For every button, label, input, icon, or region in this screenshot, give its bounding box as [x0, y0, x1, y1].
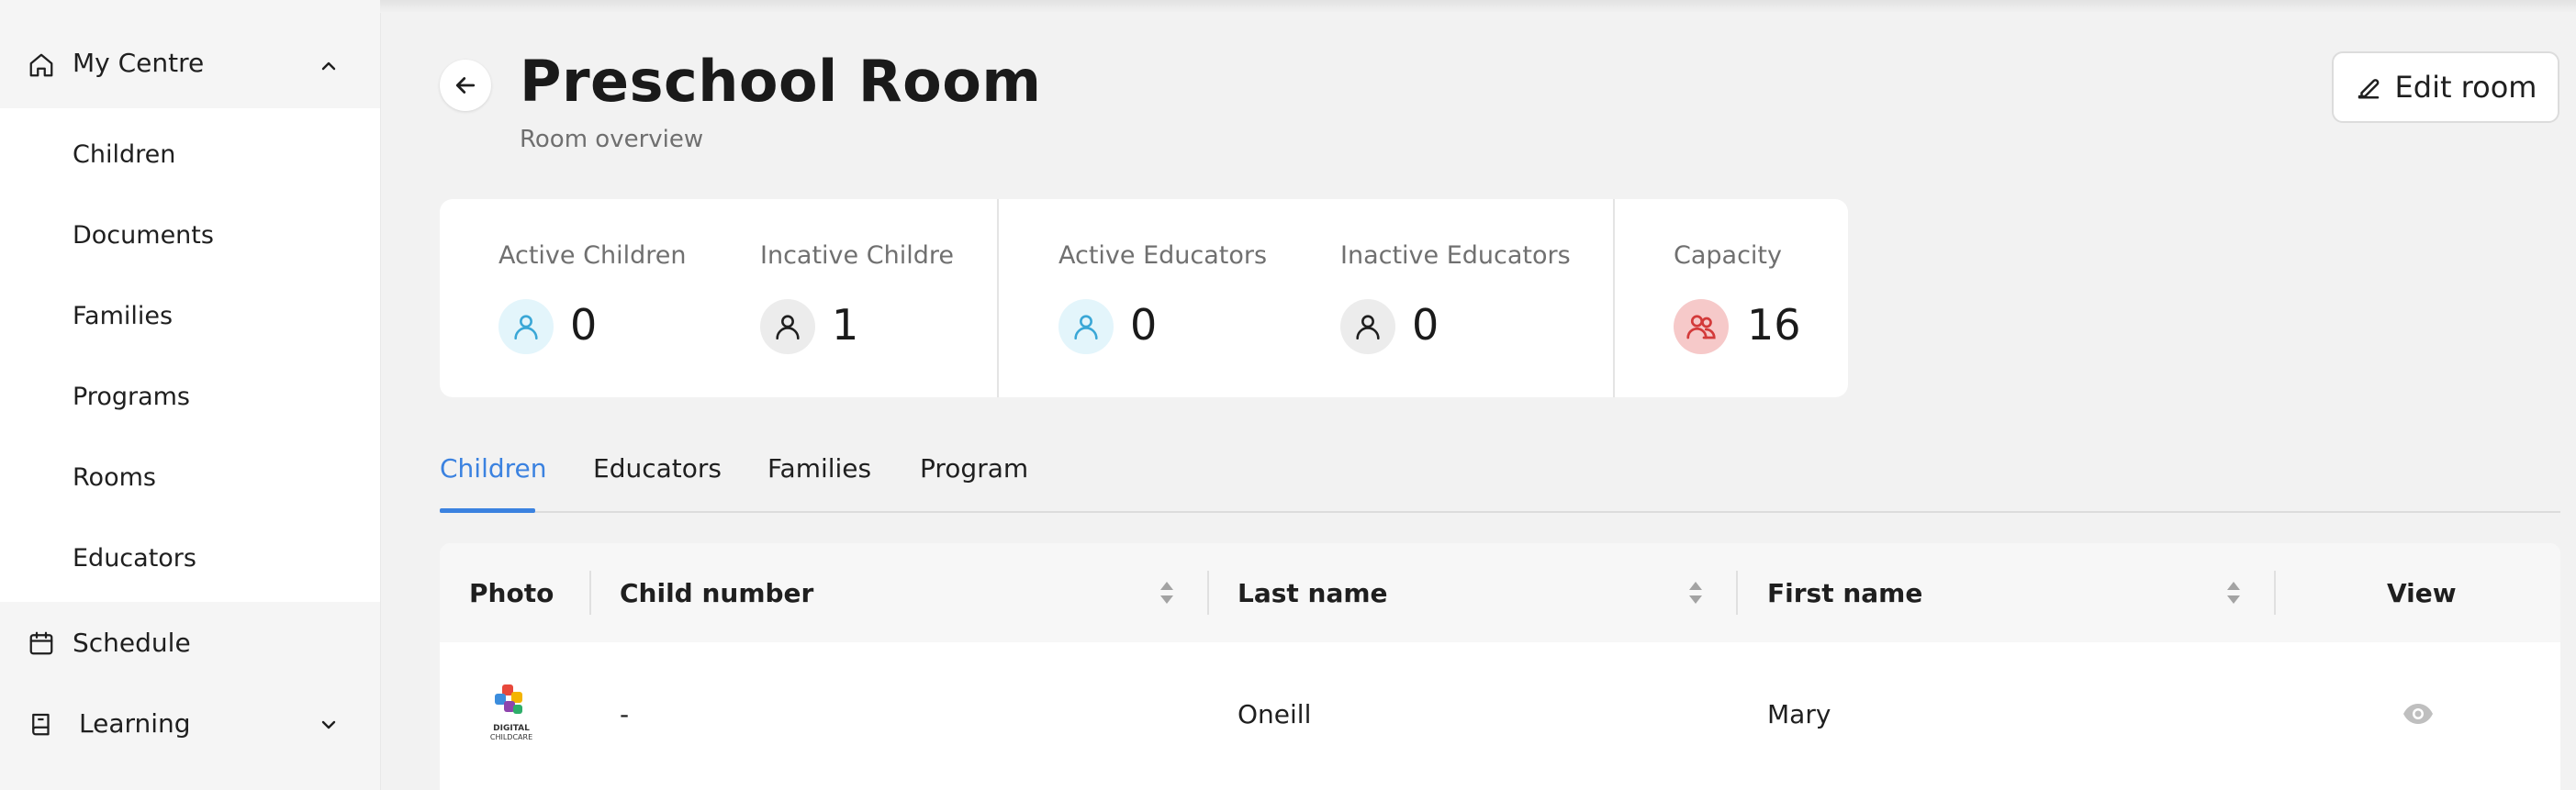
column-header-last-name[interactable]: Last name: [1238, 578, 1388, 608]
sidebar-item-label: My Centre: [73, 48, 205, 78]
sidebar-item-families[interactable]: Families: [73, 302, 173, 330]
cell-child-number: -: [620, 699, 630, 729]
sidebar-item-documents[interactable]: Documents: [73, 221, 214, 250]
sidebar-item-children[interactable]: Children: [73, 140, 175, 169]
stat-value-inactive-educators: 0: [1412, 300, 1439, 350]
room-stats-card: Active Children 0 Incative Childre 1 Act…: [440, 199, 1848, 397]
active-educators-icon: [1058, 299, 1114, 354]
children-table: Photo Child number Last name First name …: [440, 543, 2560, 790]
calendar-icon: [29, 631, 53, 655]
stat-label-active-children: Active Children: [498, 241, 687, 270]
sort-icon[interactable]: [1686, 578, 1705, 607]
eye-icon[interactable]: [2402, 703, 2434, 725]
page-subtitle: Room overview: [520, 126, 704, 153]
sidebar-item-schedule[interactable]: Schedule: [0, 607, 380, 681]
tab-program[interactable]: Program: [920, 453, 1028, 484]
back-button[interactable]: [440, 60, 491, 111]
sort-icon[interactable]: [1158, 578, 1176, 607]
stat-label-active-educators: Active Educators: [1058, 241, 1268, 270]
pencil-icon: [2358, 79, 2379, 99]
svg-text:DIGITAL: DIGITAL: [493, 724, 530, 733]
tabs-divider: [440, 511, 2560, 513]
table-header: Photo Child number Last name First name …: [440, 543, 2560, 642]
column-separator: [1736, 571, 1738, 615]
home-icon: [29, 53, 53, 77]
sidebar: My Centre Children Documents Families Pr…: [0, 0, 381, 790]
stat-value-capacity: 16: [1747, 300, 1801, 350]
book-icon: [32, 713, 50, 736]
chevron-up-icon[interactable]: [318, 55, 340, 77]
stat-divider: [997, 199, 999, 397]
sidebar-item-rooms[interactable]: Rooms: [73, 463, 156, 492]
tab-educators[interactable]: Educators: [593, 453, 722, 484]
column-header-view: View: [2387, 578, 2457, 608]
stat-value-active-educators: 0: [1130, 300, 1158, 350]
stat-value-inactive-children: 1: [832, 300, 859, 350]
active-tab-indicator: [440, 508, 535, 513]
stat-value-active-children: 0: [570, 300, 598, 350]
child-photo-logo: DIGITAL CHILDCARE: [490, 684, 532, 741]
column-header-photo: Photo: [469, 578, 554, 608]
sidebar-item-my-centre[interactable]: My Centre: [0, 0, 380, 108]
edit-room-label: Edit room: [2394, 70, 2537, 105]
column-separator: [1207, 571, 1209, 615]
stat-label-inactive-children: Incative Childre: [760, 241, 954, 270]
stat-label-inactive-educators: Inactive Educators: [1340, 241, 1571, 270]
column-header-child-number[interactable]: Child number: [620, 578, 813, 608]
column-separator: [2274, 571, 2276, 615]
cell-first-name: Mary: [1767, 699, 1831, 729]
sidebar-subnav: Children Documents Families Programs Roo…: [0, 108, 380, 602]
stat-divider: [1613, 199, 1615, 397]
sidebar-item-learning[interactable]: Learning: [0, 688, 380, 762]
inactive-children-icon: [760, 299, 815, 354]
column-header-first-name[interactable]: First name: [1767, 578, 1922, 608]
sidebar-item-educators[interactable]: Educators: [73, 544, 196, 573]
inactive-educators-icon: [1340, 299, 1395, 354]
chevron-down-icon[interactable]: [318, 714, 340, 736]
tab-children[interactable]: Children: [440, 453, 547, 484]
sort-icon[interactable]: [2224, 578, 2243, 607]
tab-families[interactable]: Families: [767, 453, 871, 484]
stat-label-capacity: Capacity: [1674, 241, 1782, 270]
sidebar-item-label: Schedule: [73, 628, 191, 658]
page-title: Preschool Room: [520, 48, 1042, 115]
sidebar-item-label: Learning: [79, 708, 191, 739]
arrow-left-icon: [455, 77, 476, 94]
active-children-icon: [498, 299, 554, 354]
cell-last-name: Oneill: [1238, 699, 1312, 729]
top-shadow: [380, 0, 2576, 13]
svg-text:CHILDCARE: CHILDCARE: [490, 733, 532, 741]
sidebar-item-programs[interactable]: Programs: [73, 383, 190, 411]
edit-room-button[interactable]: Edit room: [2332, 51, 2559, 123]
capacity-icon: [1674, 299, 1729, 354]
column-separator: [589, 571, 591, 615]
